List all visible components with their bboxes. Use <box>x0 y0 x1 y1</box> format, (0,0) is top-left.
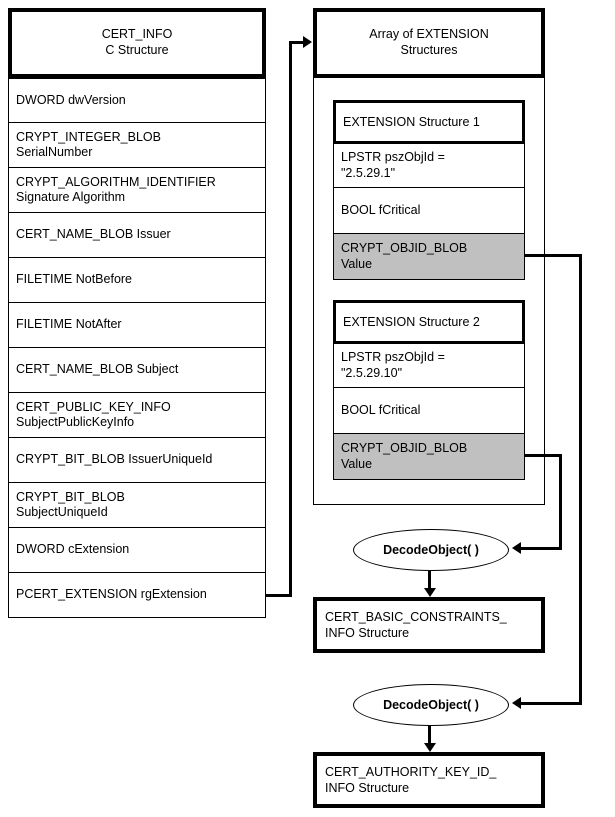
field-label-notafter: FILETIME NotAfter <box>16 317 122 332</box>
extension-2-fcritical-row: BOOL fCritical <box>333 388 525 434</box>
extension-structure-1-header: EXTENSION Structure 1 <box>333 100 525 144</box>
cert-info-header: CERT_INFO C Structure <box>8 8 266 78</box>
cert-info-field-row: DWORD cExtension <box>8 528 266 573</box>
cert-info-field-row: CERT_NAME_BLOB Issuer <box>8 213 266 258</box>
cert-info-title-line1: CERT_INFO <box>101 27 173 42</box>
extension-1-value-label: Value <box>341 256 373 271</box>
field-label-subjectpublickeyinfo: CERT_PUBLIC_KEY_INFO SubjectPublicKeyInf… <box>16 399 171 429</box>
cert-info-field-row: FILETIME NotBefore <box>8 258 266 303</box>
extension-2-fcritical-label: BOOL fCritical <box>341 402 421 417</box>
extension-2-value-row: CRYPT_OBJID_BLOB Value <box>333 434 525 480</box>
extension-1-value-row: CRYPT_OBJID_BLOB Value <box>333 234 525 280</box>
cert-info-field-row: DWORD dwVersion <box>8 78 266 123</box>
cert-info-field-row: CRYPT_ALGORITHM_IDENTIFIER Signature Alg… <box>8 168 266 213</box>
field-label-dwversion: DWORD dwVersion <box>16 92 126 107</box>
cert-authority-key-line1: CERT_AUTHORITY_KEY_ID_ <box>325 764 497 779</box>
extension-2-value-label: Value <box>341 456 373 471</box>
field-label-signaturealgorithm: CRYPT_ALGORITHM_IDENTIFIER Signature Alg… <box>16 174 216 204</box>
cert-info-structure-table: CERT_INFO C Structure DWORD dwVersion CR… <box>8 8 266 620</box>
decode-object-node-1[interactable]: DecodeObject( ) <box>353 529 509 571</box>
extension-2-pszobjid-row: LPSTR pszObjId = "2.5.29.10" <box>333 344 525 388</box>
field-label-cextension: DWORD cExtension <box>16 542 130 557</box>
field-label-rgextension: PCERT_EXTENSION rgExtension <box>16 587 207 602</box>
decode-object-label-2: DecodeObject( ) <box>383 698 479 712</box>
connector-ext1-value-horizontal-out <box>525 254 582 257</box>
cert-info-field-row: CRYPT_INTEGER_BLOB SerialNumber <box>8 123 266 168</box>
extension-1-pszobjid-label: LPSTR pszObjId = <box>341 149 445 164</box>
field-label-issuer: CERT_NAME_BLOB Issuer <box>16 227 171 242</box>
field-label-subjectuniqueid: CRYPT_BIT_BLOB SubjectUniqueId <box>16 489 125 519</box>
extension-structure-2-header: EXTENSION Structure 2 <box>333 300 525 344</box>
cert-authority-key-id-info-box: CERT_AUTHORITY_KEY_ID_ INFO Structure <box>313 752 545 808</box>
decode-object-node-2[interactable]: DecodeObject( ) <box>353 684 509 726</box>
arrow-to-decode-2-icon <box>512 697 521 709</box>
diagram-canvas: CERT_INFO C Structure DWORD dwVersion CR… <box>0 0 615 817</box>
extension-structure-1-title: EXTENSION Structure 1 <box>343 115 480 129</box>
field-label-notbefore: FILETIME NotBefore <box>16 272 133 287</box>
extension-structure-2-title: EXTENSION Structure 2 <box>343 315 480 329</box>
extension-array-header: Array of EXTENSION Structures <box>313 8 545 78</box>
extension-array-title-line1: Array of EXTENSION <box>369 27 489 42</box>
cert-info-field-row: CERT_PUBLIC_KEY_INFO SubjectPublicKeyInf… <box>8 393 266 438</box>
extension-2-pszobjid-value: "2.5.29.10" <box>341 365 403 380</box>
extension-1-fcritical-label: BOOL fCritical <box>341 202 421 217</box>
extension-1-pszobjid-row: LPSTR pszObjId = "2.5.29.1" <box>333 144 525 188</box>
connector-ext1-value-vertical <box>579 254 582 704</box>
cert-basic-constraints-line1: CERT_BASIC_CONSTRAINTS_ <box>325 609 507 624</box>
connector-ext2-value-horizontal-out <box>525 454 562 457</box>
field-label-subject: CERT_NAME_BLOB Subject <box>16 362 179 377</box>
cert-info-title-line2: C Structure <box>105 43 169 57</box>
extension-1-fcritical-row: BOOL fCritical <box>333 188 525 234</box>
extension-2-pszobjid-label: LPSTR pszObjId = <box>341 349 445 364</box>
extension-1-value-type: CRYPT_OBJID_BLOB <box>341 240 468 255</box>
decode-object-label-1: DecodeObject( ) <box>383 543 479 557</box>
cert-info-field-row: CRYPT_BIT_BLOB IssuerUniqueId <box>8 438 266 483</box>
extension-2-value-type: CRYPT_OBJID_BLOB <box>341 440 468 455</box>
arrow-to-decode-1-icon <box>512 542 521 554</box>
connector-ext2-value-vertical <box>559 454 562 549</box>
cert-basic-constraints-info-box: CERT_BASIC_CONSTRAINTS_ INFO Structure <box>313 597 545 653</box>
field-label-serialnumber: CRYPT_INTEGER_BLOB SerialNumber <box>16 129 161 159</box>
connector-ext1-value-horizontal-in <box>521 702 582 705</box>
cert-info-field-row: CRYPT_BIT_BLOB SubjectUniqueId <box>8 483 266 528</box>
cert-info-field-row: CERT_NAME_BLOB Subject <box>8 348 266 393</box>
field-label-issueruniqueid: CRYPT_BIT_BLOB IssuerUniqueId <box>16 452 213 467</box>
cert-info-field-row: FILETIME NotAfter <box>8 303 266 348</box>
arrow-down-to-basic-constraints-icon <box>424 588 436 597</box>
cert-authority-key-line2: INFO Structure <box>325 781 410 795</box>
connector-ext2-value-horizontal-in <box>521 547 562 550</box>
cert-info-field-row: PCERT_EXTENSION rgExtension <box>8 573 266 618</box>
arrow-to-extension-array-icon <box>303 36 312 48</box>
extension-1-pszobjid-value: "2.5.29.1" <box>341 165 396 180</box>
connector-rgextension-vertical <box>289 41 292 597</box>
extension-array-title-line2: Structures <box>400 43 458 57</box>
cert-basic-constraints-line2: INFO Structure <box>325 626 410 640</box>
arrow-down-to-authority-key-icon <box>424 743 436 752</box>
